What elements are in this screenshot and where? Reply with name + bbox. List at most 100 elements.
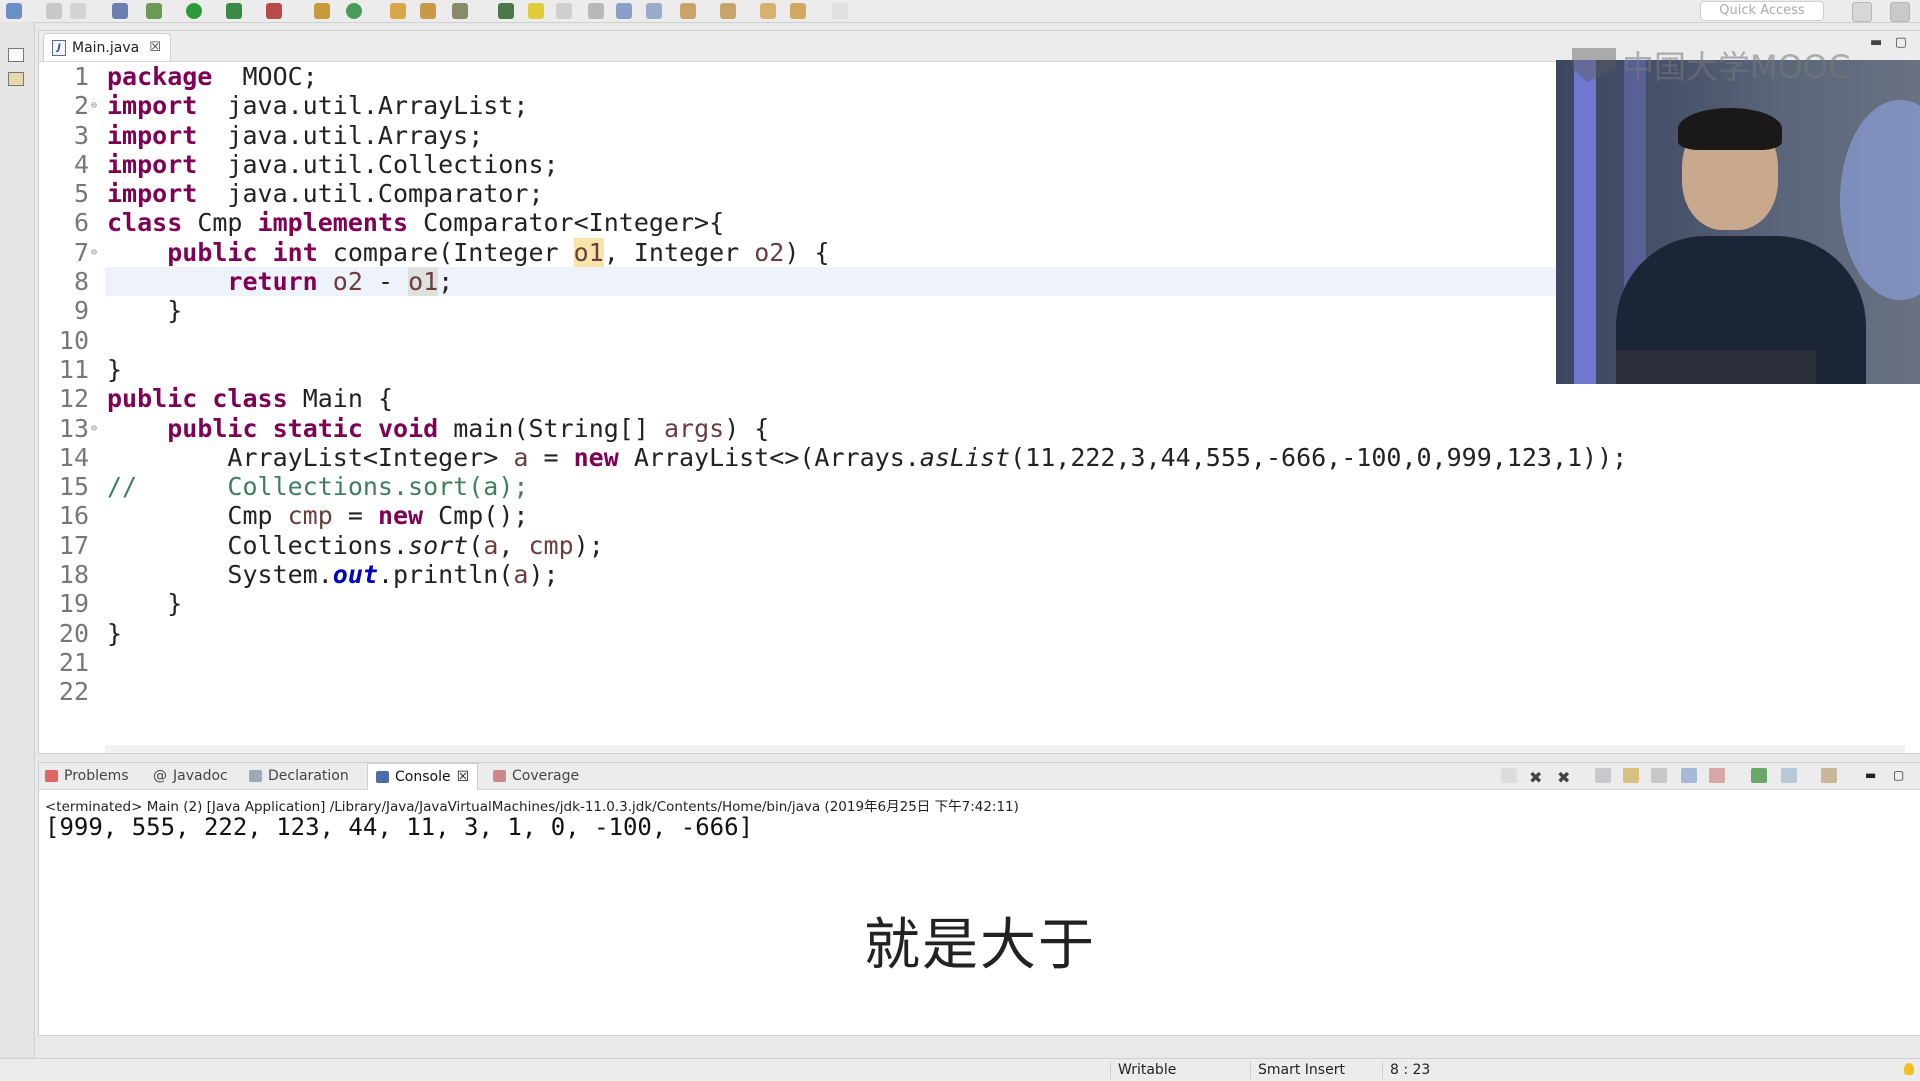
package-explorer-icon[interactable] <box>8 72 24 86</box>
clear-console-icon[interactable] <box>1595 768 1611 783</box>
debug-icon[interactable] <box>146 3 162 19</box>
line-number: 9 <box>73 296 89 326</box>
tab-coverage[interactable]: Coverage <box>493 763 579 789</box>
fold-toggle-icon[interactable]: ⊖ <box>91 238 97 267</box>
line-source: import java.util.ArrayList; <box>107 91 528 120</box>
line-source: import java.util.Collections; <box>107 150 559 179</box>
console-terminated-line: <terminated> Main (2) [Java Application]… <box>45 799 1019 815</box>
code-token: o2 <box>754 237 785 267</box>
word-wrap-icon[interactable] <box>1651 768 1667 783</box>
code-token: import <box>107 91 198 121</box>
code-token: implements <box>257 208 409 238</box>
line-source: Cmp cmp = new Cmp(); <box>107 501 528 530</box>
java-perspective-icon[interactable] <box>1890 2 1910 22</box>
restore-icon[interactable] <box>8 48 24 62</box>
close-icon[interactable]: ☒ <box>457 769 470 785</box>
back-icon[interactable] <box>790 3 806 19</box>
minimize-icon[interactable]: ▬ <box>1865 768 1881 783</box>
show-stderr-icon[interactable] <box>1709 768 1725 783</box>
line-source: public class Main { <box>107 384 393 413</box>
last-edit-icon[interactable] <box>760 3 776 19</box>
line-source: import java.util.Comparator; <box>107 179 544 208</box>
run-icon[interactable] <box>186 3 202 19</box>
line-number: 8 <box>73 267 89 297</box>
at-icon: @ <box>153 768 167 784</box>
line-source: public static void main(String[] args) { <box>107 414 769 443</box>
code-token: Cmp <box>107 501 288 531</box>
new-java-project-icon[interactable] <box>314 3 330 19</box>
tab-console[interactable]: Console ☒ <box>367 763 479 790</box>
new-class-icon[interactable] <box>346 3 362 19</box>
code-token: a <box>483 530 499 560</box>
mark-occurrences-icon[interactable] <box>528 3 544 19</box>
block-selection-icon[interactable] <box>556 3 572 19</box>
forward-icon[interactable] <box>832 3 848 19</box>
show-stdout-icon[interactable] <box>1681 768 1697 783</box>
code-token: public <box>107 384 198 414</box>
line-number: 3 <box>73 120 89 150</box>
open-type-icon[interactable] <box>390 3 406 19</box>
code-token: int <box>272 237 318 267</box>
breadcrumb-toggle-icon[interactable] <box>616 3 632 19</box>
line-number: 6 <box>73 208 89 238</box>
console-output[interactable]: [999, 555, 222, 123, 44, 11, 3, 1, 0, -1… <box>45 813 753 841</box>
previous-annotation-icon[interactable] <box>720 3 736 19</box>
status-cursor-position: 8 : 23 <box>1390 1062 1431 1078</box>
quick-access-input[interactable]: Quick Access <box>1700 1 1824 21</box>
tab-problems[interactable]: Problems <box>45 763 129 789</box>
code-token: void <box>377 413 439 443</box>
code-token: package <box>107 62 213 91</box>
fold-toggle-icon[interactable]: ⊖ <box>91 414 97 443</box>
line-number: 18 <box>58 560 89 590</box>
new-icon[interactable] <box>6 3 22 19</box>
close-icon[interactable]: ☒ <box>149 40 161 55</box>
search-icon[interactable] <box>452 3 468 19</box>
line-number: 2 <box>73 91 89 121</box>
code-token: , Integer <box>603 237 755 267</box>
code-token: java.util.Arrays; <box>197 120 484 150</box>
line-number: 19 <box>58 589 89 619</box>
open-task-icon[interactable] <box>420 3 436 19</box>
maximize-icon[interactable]: ▢ <box>1893 768 1909 783</box>
line-source: class Cmp implements Comparator<Integer>… <box>107 208 724 237</box>
remove-all-icon[interactable]: ✖ <box>1557 768 1573 787</box>
scroll-lock-icon[interactable] <box>1623 768 1639 783</box>
pin-console-icon[interactable] <box>1751 768 1767 783</box>
laptop <box>1616 350 1816 384</box>
open-perspective-icon[interactable] <box>1852 2 1872 22</box>
show-whitespace-icon[interactable] <box>588 3 604 19</box>
code-token: - <box>362 267 409 297</box>
code-token: java.util.Collections; <box>197 149 559 179</box>
skip-breakpoints-icon[interactable] <box>112 3 128 19</box>
annotation-icon[interactable] <box>498 3 514 19</box>
left-trim-bar <box>0 22 35 1058</box>
horizontal-scrollbar[interactable] <box>105 745 1905 753</box>
line-source: Collections.sort(a, cmp); <box>107 530 603 560</box>
fold-toggle-icon[interactable]: ⊖ <box>91 91 97 120</box>
save-all-icon[interactable] <box>70 3 86 19</box>
external-tools-icon[interactable] <box>266 3 282 19</box>
code-token: static <box>272 413 363 443</box>
code-token: ) { <box>784 237 830 267</box>
code-token: o1 <box>573 237 604 267</box>
code-token: } <box>107 618 123 648</box>
maximize-icon[interactable]: ▢ <box>1895 35 1907 50</box>
tab-javadoc[interactable]: @ Javadoc <box>153 763 228 789</box>
next-annotation-icon[interactable] <box>680 3 696 19</box>
code-token: cmp <box>287 501 333 531</box>
line-number: 15 <box>58 472 89 502</box>
tab-declaration[interactable]: Declaration <box>249 763 349 789</box>
save-icon[interactable] <box>46 3 62 19</box>
tip-bulb-icon[interactable] <box>1904 1063 1914 1075</box>
pilcrow-icon[interactable] <box>646 3 662 19</box>
coverage-icon[interactable] <box>226 3 242 19</box>
code-token: a <box>513 560 529 590</box>
terminate-icon[interactable] <box>1501 768 1517 783</box>
remove-launch-icon[interactable]: ✖ <box>1529 768 1545 787</box>
open-console-icon[interactable] <box>1821 768 1837 783</box>
code-token: ) { <box>724 413 770 443</box>
status-writable: Writable <box>1118 1062 1177 1078</box>
tab-main-java[interactable]: J Main.java ☒ <box>43 33 171 61</box>
display-console-icon[interactable] <box>1781 768 1797 783</box>
